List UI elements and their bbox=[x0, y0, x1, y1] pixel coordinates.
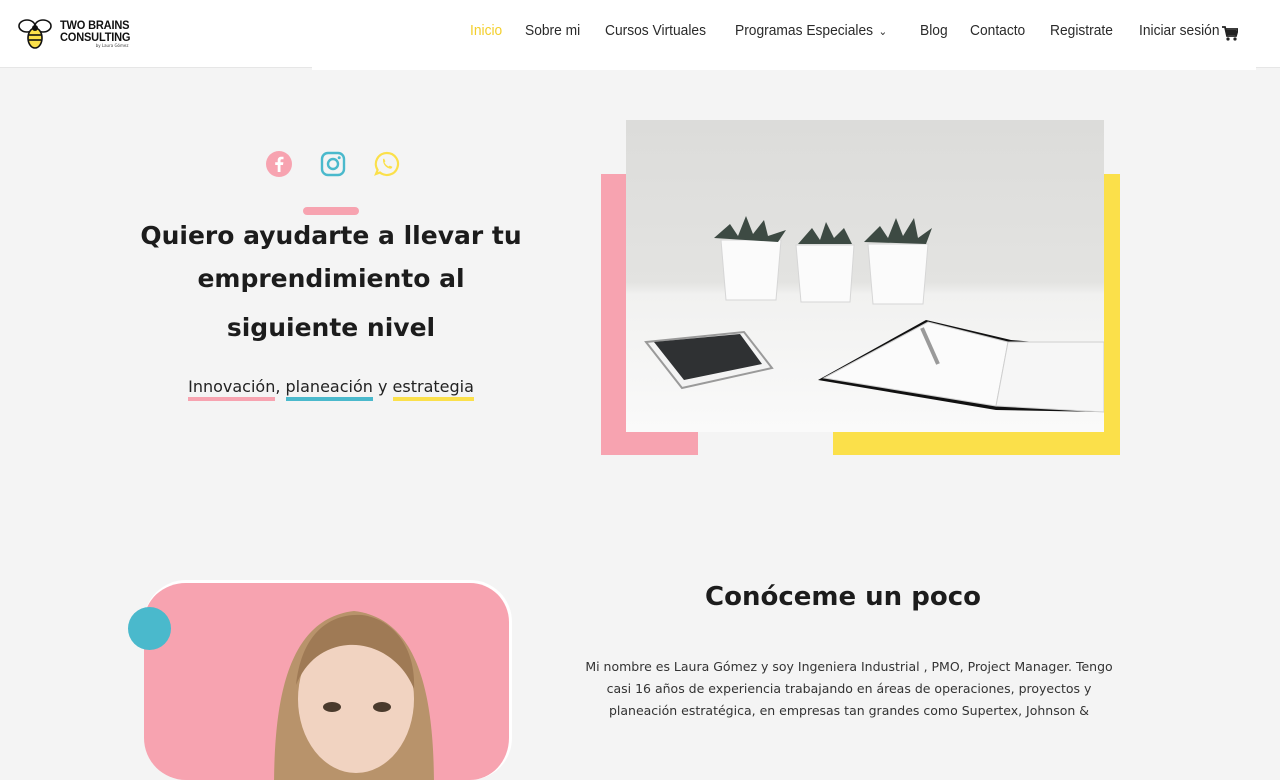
facebook-icon[interactable] bbox=[265, 150, 293, 178]
nav-contacto[interactable]: Contacto bbox=[970, 22, 1025, 39]
tagline-word-estrategia: estrategia bbox=[392, 377, 474, 401]
main-nav: Inicio Sobre mi Cursos Virtuales Program… bbox=[470, 22, 1246, 39]
about-line-3: planeación estratégica, en empresas tan … bbox=[608, 703, 1090, 718]
nav-programas-especiales-label: Programas Especiales bbox=[734, 22, 873, 39]
plant-pot-middle bbox=[795, 222, 855, 303]
tagline-separator-y: y bbox=[377, 377, 388, 396]
tagline-word-innovacion: Innovación bbox=[188, 377, 276, 401]
hero-title-line-3: siguiente nivel bbox=[226, 313, 436, 342]
desk-scene-illustration bbox=[644, 216, 1104, 413]
about-heading: Conóceme un poco bbox=[705, 582, 981, 612]
logo-line-2: CONSULTING bbox=[60, 29, 131, 44]
header-underlay bbox=[312, 66, 1256, 70]
plant-pot-right bbox=[864, 218, 932, 305]
decorative-blue-dot bbox=[128, 607, 171, 650]
smartphone bbox=[644, 330, 774, 390]
plant-pot-left bbox=[714, 216, 786, 301]
hero-desk-photo bbox=[626, 120, 1104, 432]
nav-cursos-virtuales[interactable]: Cursos Virtuales bbox=[605, 22, 706, 39]
about-line-1: Mi nombre es Laura Gómez y soy Ingeniera… bbox=[585, 659, 1113, 674]
about-portrait-card bbox=[144, 580, 512, 780]
hero-title-line-2: emprendimiento al bbox=[197, 264, 465, 293]
bee-logo-icon bbox=[18, 19, 52, 49]
tagline-separator-comma: , bbox=[275, 377, 281, 396]
about-line-2: casi 16 años de experiencia trabajando e… bbox=[606, 681, 1092, 696]
about-paragraph: Mi nombre es Laura Gómez y soy Ingeniera… bbox=[566, 656, 1132, 722]
nav-registrate[interactable]: Registrate bbox=[1050, 22, 1113, 39]
chevron-down-icon: ⌄ bbox=[878, 26, 887, 38]
whatsapp-icon[interactable] bbox=[373, 150, 401, 178]
social-links bbox=[265, 150, 401, 178]
site-logo[interactable]: TWO BRAINS CONSULTING by Laura Gómez bbox=[16, 14, 136, 52]
nav-iniciar-sesion[interactable]: Iniciar sesión bbox=[1139, 22, 1220, 39]
nav-programas-especiales[interactable]: Programas Especiales ⌄ bbox=[735, 22, 887, 39]
hero-tagline: Innovación, planeación y estrategia bbox=[100, 377, 562, 401]
open-notebook bbox=[818, 320, 1104, 413]
instagram-icon[interactable] bbox=[319, 150, 347, 178]
nav-sobre-mi[interactable]: Sobre mi bbox=[525, 22, 580, 39]
hero-title: Quiero ayudarte a llevar tu emprendimien… bbox=[100, 214, 562, 349]
hero-title-line-1: Quiero ayudarte a llevar tu bbox=[140, 221, 522, 250]
portrait-photo bbox=[274, 611, 434, 780]
logo-subtitle: by Laura Gómez bbox=[95, 42, 129, 48]
site-header: TWO BRAINS CONSULTING by Laura Gómez Ini… bbox=[0, 0, 1280, 68]
nav-inicio[interactable]: Inicio bbox=[470, 22, 502, 39]
tagline-word-planeacion: planeación bbox=[285, 377, 373, 401]
logo-wordmark: TWO BRAINS CONSULTING by Laura Gómez bbox=[60, 19, 136, 48]
nav-blog[interactable]: Blog bbox=[920, 22, 948, 39]
shopping-cart-icon[interactable] bbox=[1222, 26, 1238, 41]
